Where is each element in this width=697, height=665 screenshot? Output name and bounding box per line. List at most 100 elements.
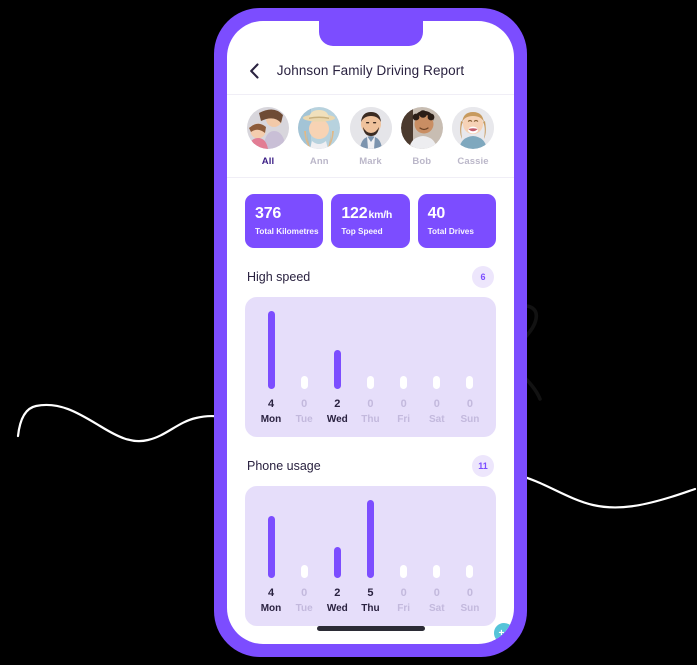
stat-value: 122 xyxy=(341,205,368,222)
bar-column xyxy=(391,565,417,578)
member-item-all[interactable]: +4 All xyxy=(245,107,514,644)
section-header: High speed 6 xyxy=(245,248,496,297)
chart-phone-usage: 4 Mon 0 Tue 2 Wed 5 Thu 0 Fri 0 Sat 0 Sun xyxy=(245,486,496,626)
stat-card-total-drives: 40 Total Drives xyxy=(417,194,496,248)
navigation-bar: Johnson Family Driving Report xyxy=(227,47,514,95)
bar-thu xyxy=(366,376,374,389)
bar-value: 2 xyxy=(334,398,341,410)
label-column: 4 Mon xyxy=(258,587,284,614)
member-name: Ann xyxy=(309,156,329,167)
avatar xyxy=(298,107,341,149)
page-background: Johnson Family Driving Report +4 All Ann… xyxy=(0,0,697,665)
bar-wed xyxy=(333,350,341,389)
bar-fri xyxy=(400,565,408,578)
bar-column xyxy=(291,565,317,578)
bar-column xyxy=(424,376,450,389)
bar-column xyxy=(424,565,450,578)
bar-value: 5 xyxy=(367,587,374,599)
summary-stats: 376 Total Kilometres 122km/h Top Speed 4… xyxy=(227,178,514,248)
chart-labels: 4 Mon 0 Tue 2 Wed 5 Thu 0 Fri 0 Sat 0 Sun xyxy=(258,587,483,614)
bar-value: 0 xyxy=(400,398,407,410)
member-selector: +4 All Ann Mark Bob Cassie xyxy=(227,95,514,644)
chart-labels: 4 Mon 0 Tue 2 Wed 0 Thu 0 Fri 0 Sat 0 Sun xyxy=(258,398,483,425)
stat-label: Total Kilometres xyxy=(255,227,319,236)
member-name: Bob xyxy=(412,156,432,167)
bar-column xyxy=(324,350,350,389)
chart-bars xyxy=(258,311,483,389)
bar-sun xyxy=(466,376,474,389)
phone-frame: Johnson Family Driving Report +4 All Ann… xyxy=(214,8,527,657)
bar-column xyxy=(357,376,383,389)
group-photo-icon xyxy=(247,107,289,149)
bar-column xyxy=(391,376,417,389)
bar-sat xyxy=(433,376,441,389)
man-beard-photo-icon xyxy=(349,107,392,149)
bar-tue xyxy=(300,565,308,578)
bar-value: 0 xyxy=(466,587,473,599)
label-column: 4 Mon xyxy=(258,398,284,425)
member-name: Cassie xyxy=(457,156,489,167)
avatar xyxy=(349,107,392,149)
back-button[interactable] xyxy=(243,60,265,82)
bar-column xyxy=(258,515,284,578)
bar-value: 2 xyxy=(334,587,341,599)
decorative-squiggle-left xyxy=(16,403,229,443)
label-column: 0 Sun xyxy=(457,398,483,425)
bar-value: 0 xyxy=(433,398,440,410)
section-title: Phone usage xyxy=(247,459,321,473)
member-name: Mark xyxy=(359,156,382,167)
label-column: 0 Sat xyxy=(424,587,450,614)
decorative-squiggle-right xyxy=(515,473,697,509)
bar-mon xyxy=(267,515,275,578)
label-column: 0 Fri xyxy=(391,587,417,614)
bar-day-label: Sat xyxy=(429,603,445,614)
stat-card-top-speed: 122km/h Top Speed xyxy=(331,194,410,248)
stat-value: 40 xyxy=(427,205,446,222)
bar-day-label: Wed xyxy=(326,414,348,425)
bar-day-label: Fri xyxy=(397,603,411,614)
section-high-speed: High speed 6 4 Mon 0 Tue 2 Wed 0 Thu 0 Fri 0 Sat 0 Su… xyxy=(227,248,514,437)
bar-fri xyxy=(400,376,408,389)
bar-value: 0 xyxy=(466,398,473,410)
label-column: 5 Thu xyxy=(357,587,383,614)
member-item-bob[interactable]: Bob xyxy=(399,107,445,167)
bar-value: 0 xyxy=(367,398,374,410)
bar-value: 0 xyxy=(301,587,308,599)
bar-day-label: Fri xyxy=(397,414,411,425)
member-name: All xyxy=(261,156,275,167)
label-column: 0 Tue xyxy=(291,398,317,425)
avatar xyxy=(452,107,494,149)
page-title: Johnson Family Driving Report xyxy=(276,63,465,78)
phone-notch xyxy=(318,21,423,46)
section-header: Phone usage 11 xyxy=(245,437,496,486)
member-item-mark[interactable]: Mark xyxy=(348,107,394,167)
bar-day-label: Wed xyxy=(326,603,348,614)
avatar xyxy=(400,107,443,149)
bar-value: 0 xyxy=(301,398,308,410)
phone-screen: Johnson Family Driving Report +4 All Ann… xyxy=(227,21,514,644)
bar-tue xyxy=(300,376,308,389)
status-badge: 6 xyxy=(472,266,494,288)
bar-day-label: Thu xyxy=(361,414,380,425)
member-item-ann[interactable]: Ann xyxy=(296,107,342,167)
bar-column xyxy=(457,565,483,578)
label-column: 0 Tue xyxy=(291,587,317,614)
woman-hat-photo-icon xyxy=(298,107,341,149)
bar-value: 0 xyxy=(433,587,440,599)
stat-label: Top Speed xyxy=(341,227,383,236)
chevron-left-icon xyxy=(249,62,259,79)
bar-day-label: Mon xyxy=(260,414,282,425)
label-column: 0 Thu xyxy=(357,398,383,425)
bar-wed xyxy=(333,546,341,578)
stat-card-total-kilometres: 376 Total Kilometres xyxy=(245,194,324,248)
member-item-cassie[interactable]: Cassie xyxy=(450,107,496,167)
extra-members-badge: +4 xyxy=(492,621,514,644)
bar-day-label: Thu xyxy=(361,603,380,614)
home-indicator xyxy=(316,626,425,631)
woman-laugh-photo-icon xyxy=(452,107,494,149)
bar-value: 0 xyxy=(400,587,407,599)
section-title: High speed xyxy=(247,270,311,284)
bar-column xyxy=(291,376,317,389)
bar-day-label: Sun xyxy=(460,414,480,425)
bar-day-label: Sat xyxy=(429,414,445,425)
